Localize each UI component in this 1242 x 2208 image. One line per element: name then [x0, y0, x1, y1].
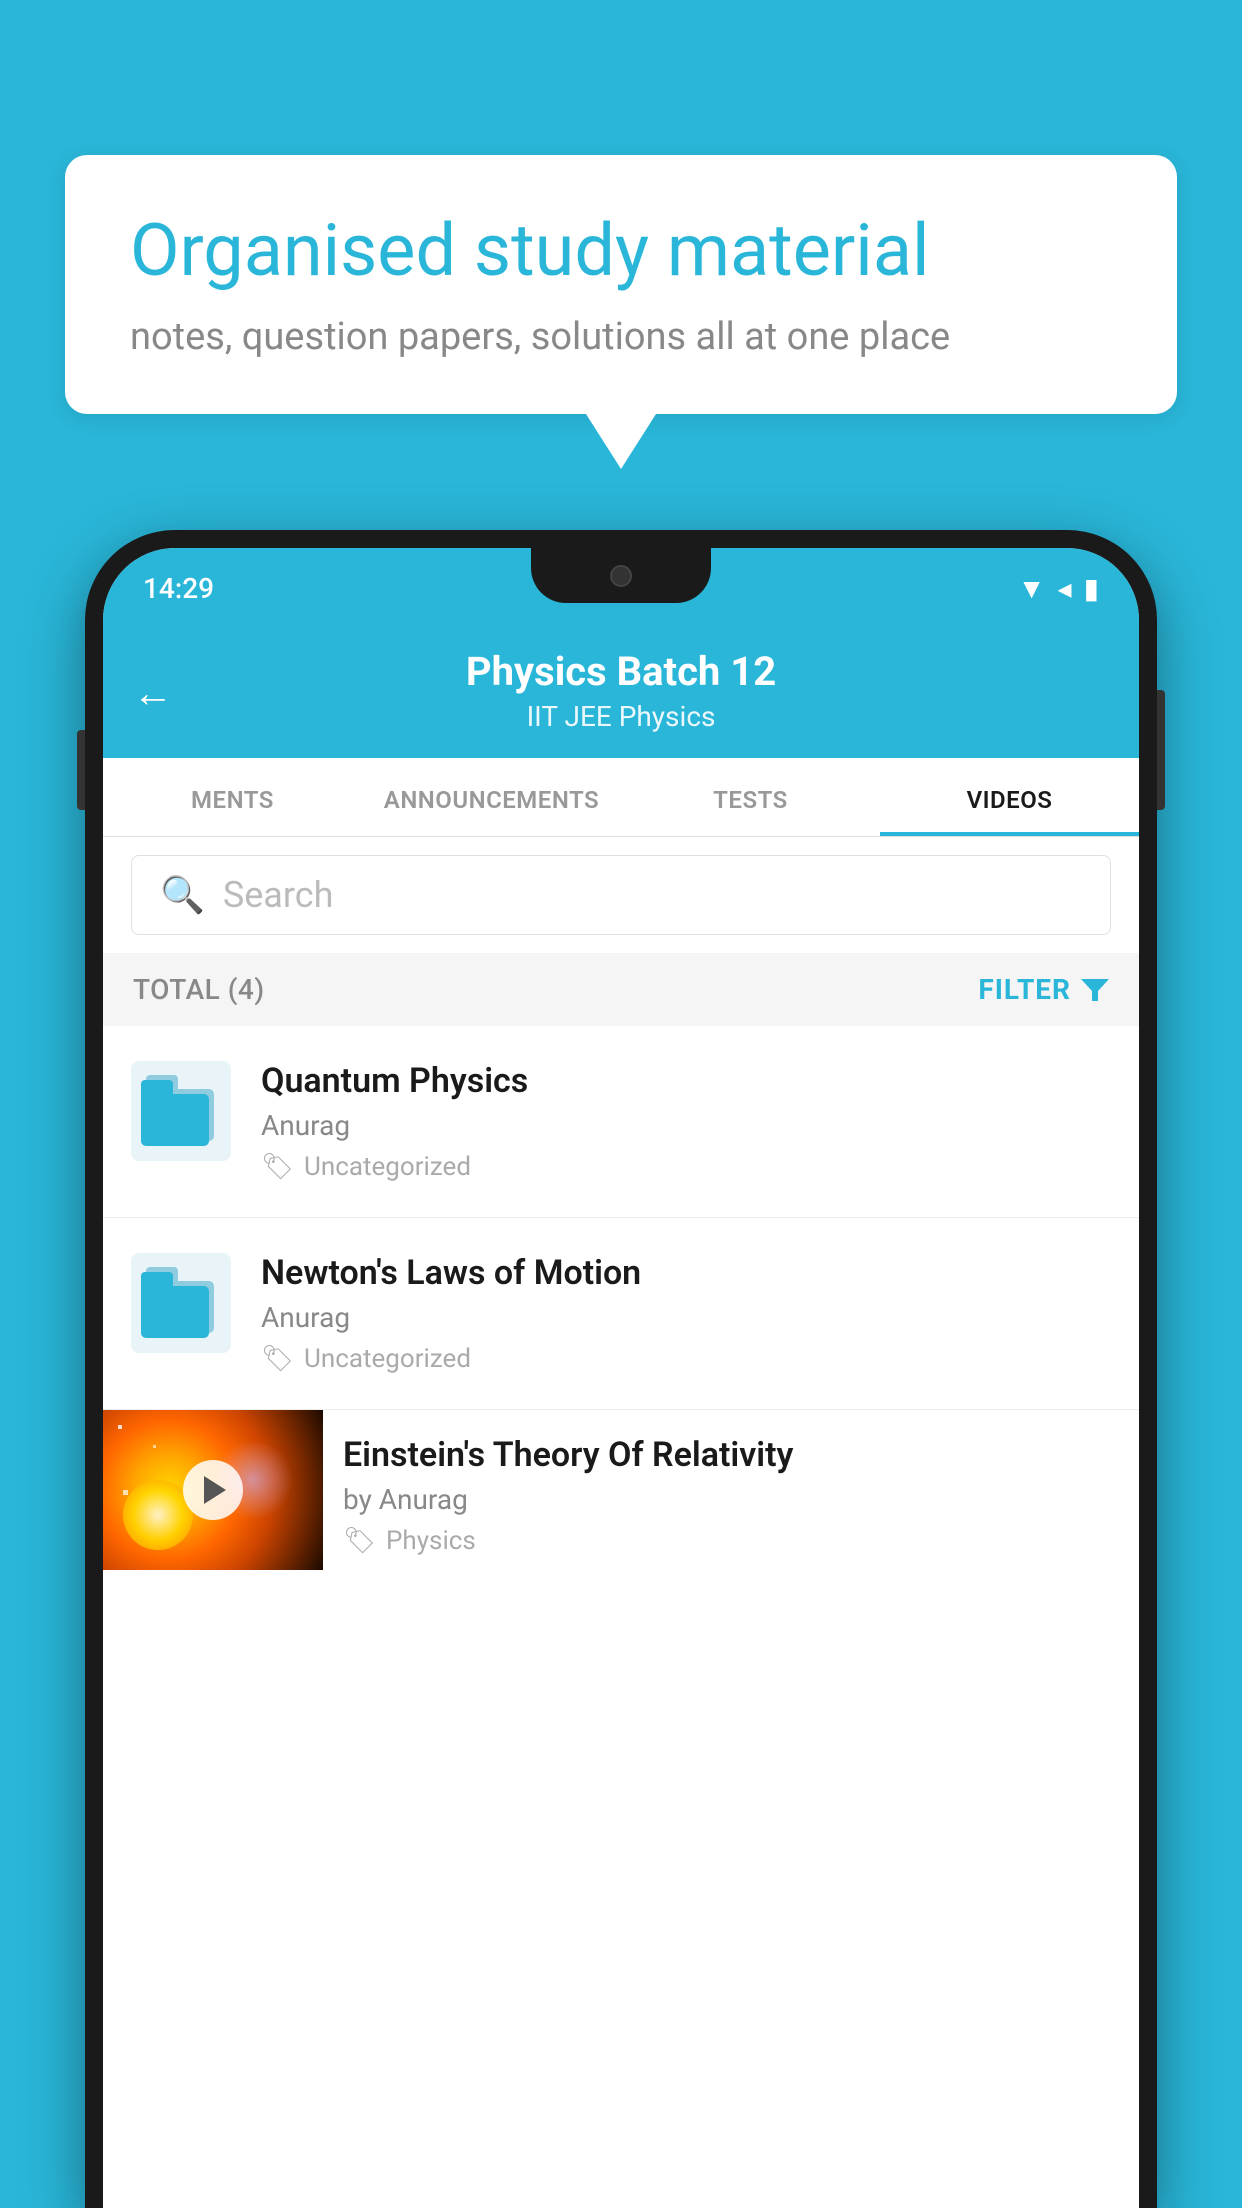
- folder-front: [141, 1286, 209, 1338]
- signal-icon: ◂: [1058, 572, 1072, 605]
- phone-time: 14:29: [143, 572, 214, 605]
- folder-icon: [141, 1268, 221, 1338]
- video-thumbnail-3: [103, 1410, 323, 1570]
- search-icon: 🔍: [160, 874, 205, 916]
- search-container: 🔍 Search: [103, 837, 1139, 953]
- play-triangle: [204, 1476, 226, 1504]
- item-title: Einstein's Theory Of Relativity: [343, 1435, 1119, 1475]
- speech-bubble: Organised study material notes, question…: [65, 155, 1177, 414]
- front-camera: [610, 565, 632, 587]
- app-subtitle: IIT JEE Physics: [143, 700, 1099, 733]
- battery-icon: ▮: [1084, 572, 1099, 605]
- phone-notch: [531, 548, 711, 603]
- item-author: Anurag: [261, 1301, 1111, 1334]
- filter-button[interactable]: FILTER: [978, 973, 1109, 1006]
- back-button[interactable]: ←: [133, 670, 173, 717]
- speech-bubble-container: Organised study material notes, question…: [65, 155, 1177, 469]
- phone-power-button: [1157, 690, 1165, 810]
- search-input[interactable]: Search: [223, 874, 334, 916]
- tab-ments[interactable]: MENTS: [103, 758, 362, 836]
- phone-screen: 14:29 ▼ ◂ ▮ ← Physics Batch 12 IIT JEE P…: [103, 548, 1139, 2208]
- folder-icon: [141, 1076, 221, 1146]
- item-tag: 🏷 Uncategorized: [261, 1344, 1111, 1374]
- tab-tests[interactable]: TESTS: [621, 758, 880, 836]
- app-header: ← Physics Batch 12 IIT JEE Physics: [103, 628, 1139, 758]
- list-item[interactable]: Quantum Physics Anurag 🏷 Uncategorized: [103, 1026, 1139, 1218]
- phone-volume-button: [77, 730, 85, 810]
- star: [118, 1425, 122, 1429]
- phone-frame: 14:29 ▼ ◂ ▮ ← Physics Batch 12 IIT JEE P…: [85, 530, 1157, 2208]
- status-bar: 14:29 ▼ ◂ ▮: [103, 548, 1139, 628]
- search-box[interactable]: 🔍 Search: [131, 855, 1111, 935]
- item-author: Anurag: [261, 1109, 1111, 1142]
- tag-icon: 🏷: [343, 1526, 376, 1556]
- video-list: Quantum Physics Anurag 🏷 Uncategorized: [103, 1026, 1139, 1590]
- play-button[interactable]: [183, 1460, 243, 1520]
- tab-videos[interactable]: VIDEOS: [880, 758, 1139, 836]
- item-tag: 🏷 Uncategorized: [261, 1152, 1111, 1182]
- speech-bubble-title: Organised study material: [130, 210, 1112, 293]
- item-tag: 🏷 Physics: [343, 1526, 1119, 1556]
- item-info-3: Einstein's Theory Of Relativity by Anura…: [323, 1410, 1139, 1556]
- tag-icon: 🏷: [261, 1152, 294, 1182]
- item-author: by Anurag: [343, 1483, 1119, 1516]
- item-title: Quantum Physics: [261, 1061, 1111, 1101]
- tag-icon: 🏷: [261, 1344, 294, 1374]
- filter-icon: [1081, 979, 1109, 1001]
- item-info-1: Quantum Physics Anurag 🏷 Uncategorized: [261, 1061, 1111, 1182]
- speech-bubble-subtitle: notes, question papers, solutions all at…: [130, 315, 1112, 359]
- item-thumbnail-2: [131, 1253, 231, 1353]
- tab-announcements[interactable]: ANNOUNCEMENTS: [362, 758, 621, 836]
- list-item[interactable]: Newton's Laws of Motion Anurag 🏷 Uncateg…: [103, 1218, 1139, 1410]
- filter-bar: TOTAL (4) FILTER: [103, 953, 1139, 1026]
- wifi-icon: ▼: [1018, 572, 1046, 605]
- list-item[interactable]: Einstein's Theory Of Relativity by Anura…: [103, 1410, 1139, 1590]
- app-title: Physics Batch 12: [143, 648, 1099, 695]
- tabs-bar: MENTS ANNOUNCEMENTS TESTS VIDEOS: [103, 758, 1139, 837]
- star: [153, 1445, 156, 1448]
- item-thumbnail-1: [131, 1061, 231, 1161]
- status-icons: ▼ ◂ ▮: [1018, 572, 1099, 605]
- item-info-2: Newton's Laws of Motion Anurag 🏷 Uncateg…: [261, 1253, 1111, 1374]
- total-count: TOTAL (4): [133, 973, 265, 1006]
- folder-front: [141, 1094, 209, 1146]
- speech-bubble-arrow: [586, 414, 656, 469]
- item-title: Newton's Laws of Motion: [261, 1253, 1111, 1293]
- star: [123, 1490, 128, 1495]
